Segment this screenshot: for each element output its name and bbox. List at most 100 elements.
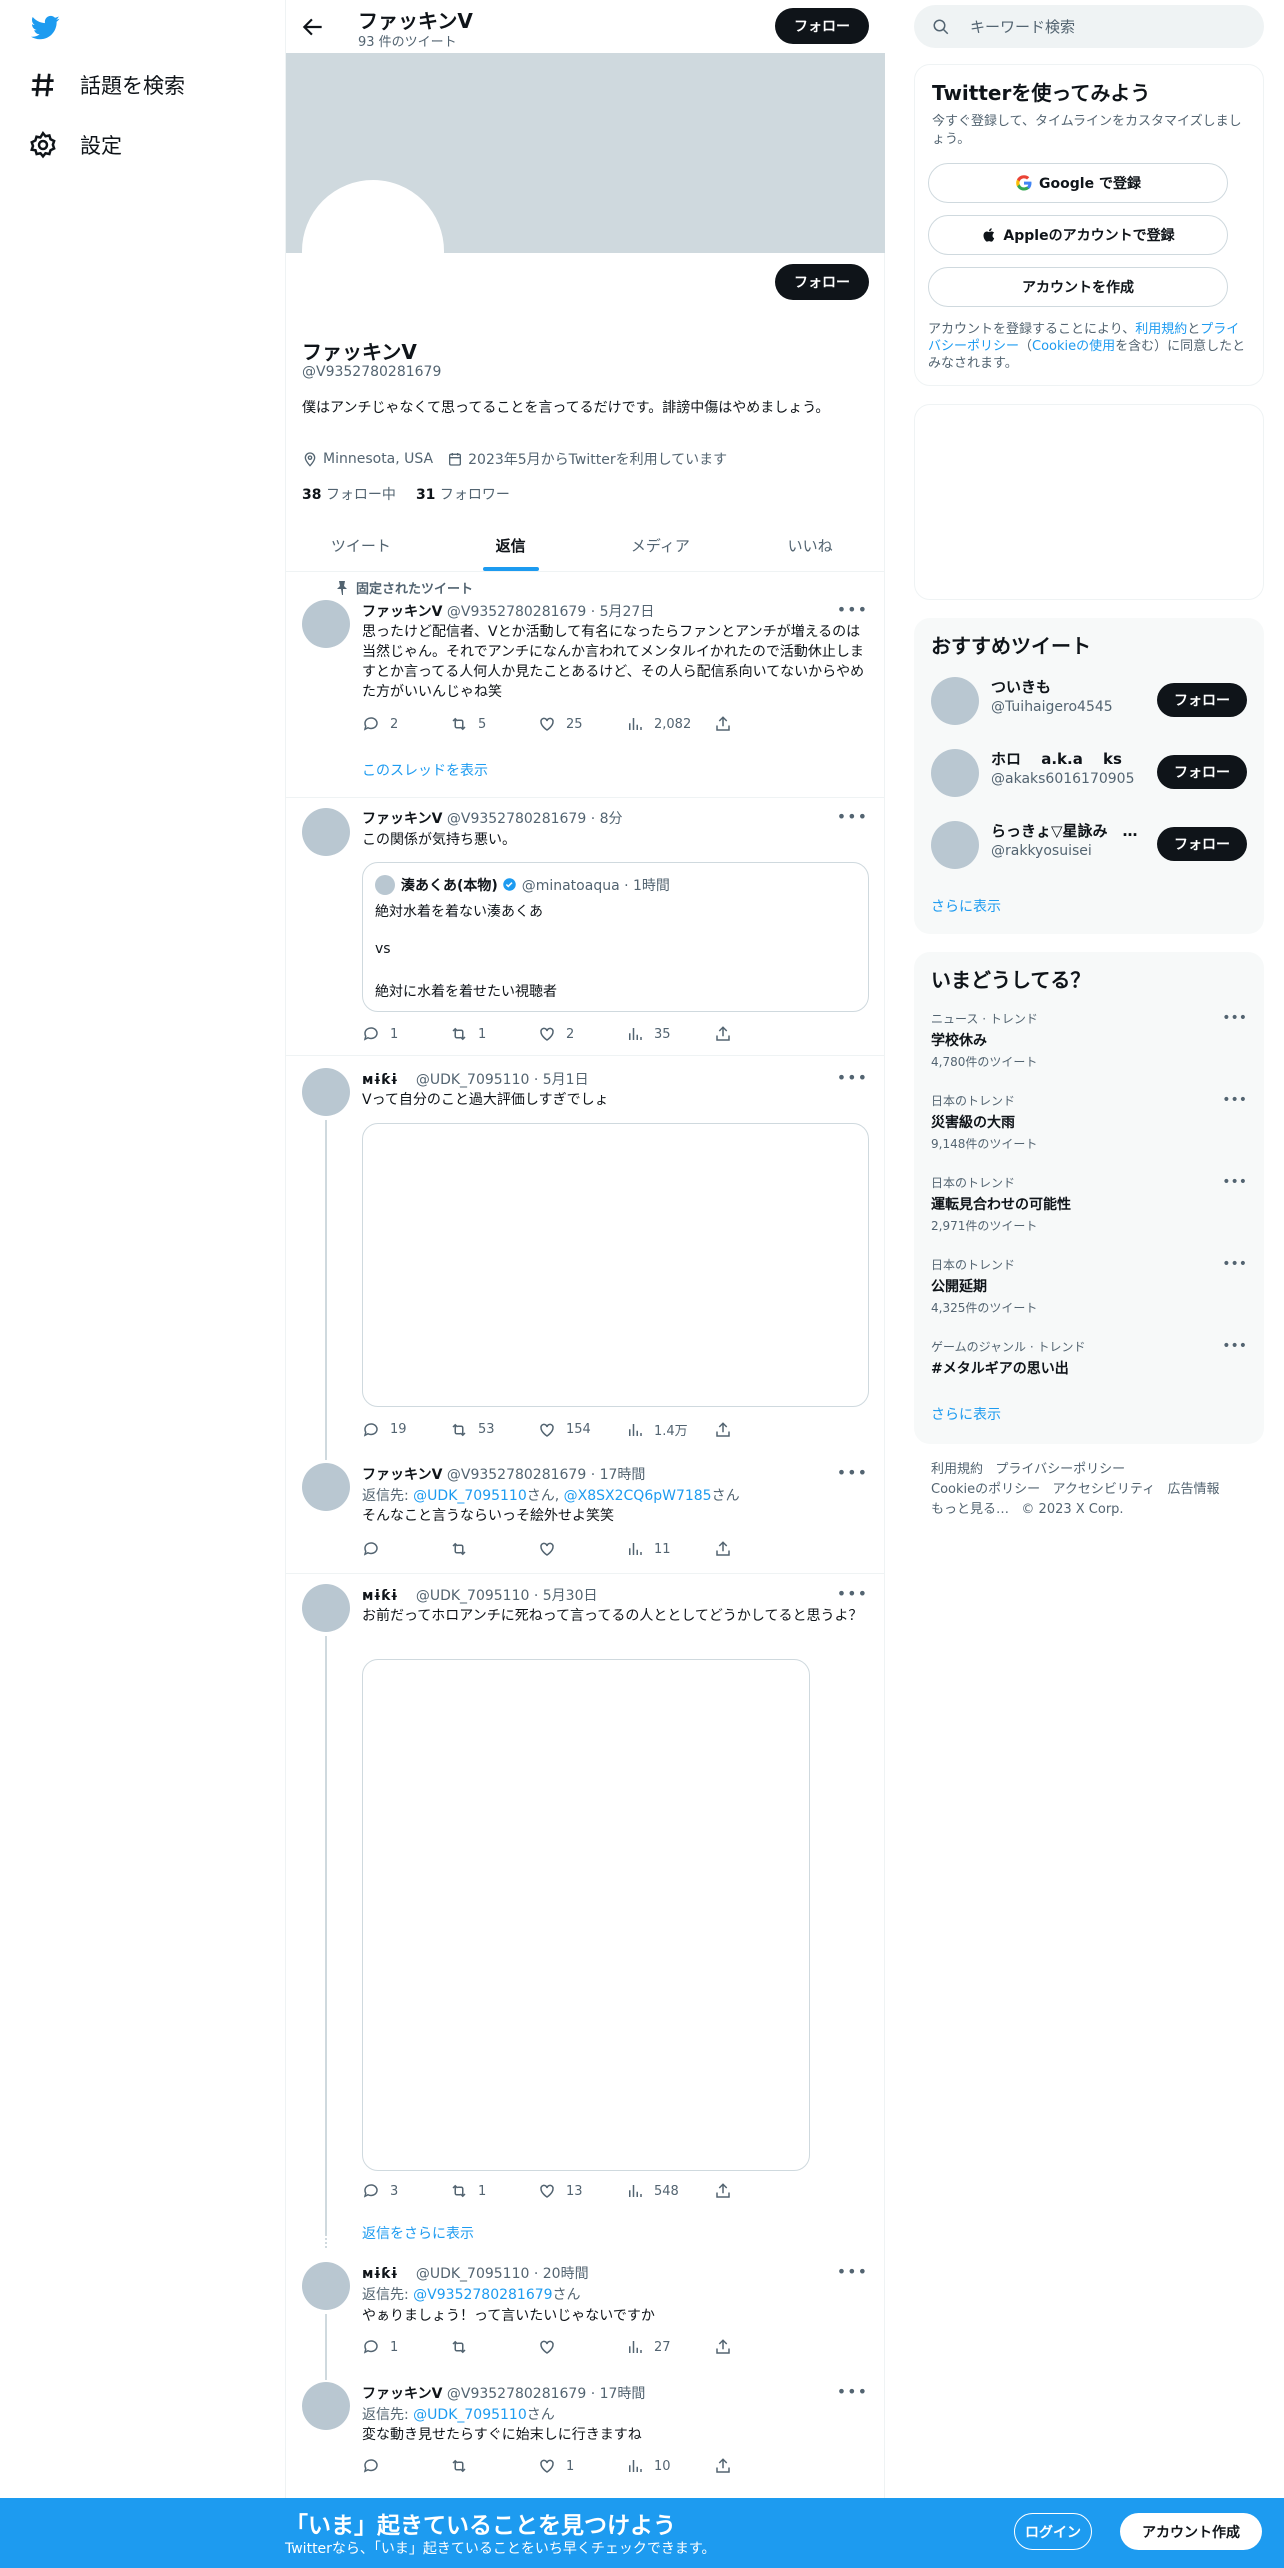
share-button[interactable] — [714, 1025, 802, 1043]
followers-link[interactable]: 31 フォロワー — [416, 484, 510, 504]
like-button[interactable]: 13 — [538, 2182, 626, 2200]
trend-item[interactable]: 日本のトレンド 運転見合わせの可能性 2,971件のツイート ••• — [931, 1174, 1247, 1234]
trend-item[interactable]: 日本のトレンド 災害級の大雨 9,148件のツイート ••• — [931, 1092, 1247, 1152]
avatar[interactable] — [302, 1584, 350, 1632]
back-arrow-icon[interactable] — [300, 14, 326, 40]
retweet-button[interactable] — [450, 2457, 538, 2475]
more-icon[interactable]: ••• — [1222, 1256, 1247, 1272]
more-icon[interactable]: ••• — [837, 2262, 868, 2281]
profile-avatar[interactable] — [302, 180, 444, 322]
more-icon[interactable]: ••• — [837, 1068, 868, 1087]
footer-link-accessibility[interactable]: アクセシビリティ — [1053, 1482, 1156, 1497]
reply-button[interactable]: 19 — [362, 1420, 450, 1439]
recommended-user[interactable]: ホロ a.k.a ks @akaks6016170905 フォロー — [931, 745, 1247, 801]
share-button[interactable] — [714, 2338, 802, 2356]
reply-button[interactable]: 3 — [362, 2182, 450, 2200]
views-button[interactable]: 548 — [626, 2182, 714, 2200]
tab-likes[interactable]: いいね — [735, 520, 885, 571]
views-button[interactable]: 10 — [626, 2457, 714, 2475]
retweet-button[interactable]: 5 — [450, 715, 538, 733]
more-icon[interactable]: ••• — [1222, 1010, 1247, 1026]
tweet-media[interactable] — [362, 1123, 869, 1407]
apple-signup-button[interactable]: Appleのアカウントで登録 — [928, 215, 1228, 255]
reply-button[interactable]: 2 — [362, 715, 450, 733]
tweet-author-name[interactable]: ᴍɨƙɨ — [362, 1588, 398, 1604]
profile-follow-button[interactable]: フォロー — [775, 264, 869, 300]
footer-link-privacy[interactable]: プライバシーポリシー — [995, 1462, 1125, 1477]
share-button[interactable] — [714, 1540, 802, 1558]
recommended-user[interactable]: ついきも @Tuihaigero4545 フォロー — [931, 673, 1247, 729]
share-button[interactable] — [714, 1420, 802, 1439]
footer-link-ads[interactable]: 広告情報 — [1168, 1482, 1220, 1497]
footer-link-more[interactable]: もっと見る… — [931, 1502, 1009, 1517]
retweet-button[interactable]: 53 — [450, 1420, 538, 1439]
share-button[interactable] — [714, 2182, 802, 2200]
like-button[interactable] — [538, 2338, 626, 2356]
tweet-author-name[interactable]: ᴍɨƙɨ — [362, 1072, 398, 1088]
more-icon[interactable]: ••• — [837, 1584, 868, 1603]
follow-button[interactable]: フォロー — [1157, 683, 1247, 717]
tweet-author-name[interactable]: ファッキンV — [362, 811, 442, 827]
more-icon[interactable]: ••• — [837, 2382, 868, 2401]
tweet-author-name[interactable]: ファッキンV — [362, 604, 442, 620]
search-input[interactable]: キーワード検索 — [914, 5, 1264, 48]
reply-to-link[interactable]: @UDK_7095110 — [413, 1488, 527, 1504]
show-more-replies-link[interactable]: 返信をさらに表示 — [362, 2223, 474, 2243]
trend-item[interactable]: ニュース · トレンド 学校休み 4,780件のツイート ••• — [931, 1010, 1247, 1070]
views-button[interactable]: 2,082 — [626, 715, 714, 733]
quote-tweet[interactable]: 湊あくあ(本物) @minatoaqua · 1時間 絶対水着を着ない湊あくあ … — [362, 862, 869, 1012]
reply-button[interactable] — [362, 1540, 450, 1558]
trend-item[interactable]: 日本のトレンド 公開延期 4,325件のツイート ••• — [931, 1256, 1247, 1316]
footer-link-terms[interactable]: 利用規約 — [931, 1462, 983, 1477]
tab-replies[interactable]: 返信 — [436, 520, 586, 571]
cookie-link[interactable]: Cookieの使用 — [1032, 339, 1115, 354]
trends-show-more[interactable]: さらに表示 — [931, 1404, 1001, 1424]
tab-tweets[interactable]: ツイート — [286, 520, 436, 571]
google-signup-button[interactable]: Google で登録 — [928, 163, 1228, 203]
more-icon[interactable]: ••• — [1222, 1174, 1247, 1190]
reply-to-link[interactable]: @UDK_7095110 — [413, 2407, 527, 2423]
tab-media[interactable]: メディア — [586, 520, 736, 571]
views-button[interactable]: 1.4万 — [626, 1420, 714, 1439]
like-button[interactable]: 25 — [538, 715, 626, 733]
share-button[interactable] — [714, 2457, 802, 2475]
retweet-button[interactable] — [450, 2338, 538, 2356]
avatar[interactable] — [302, 600, 350, 648]
nav-settings[interactable]: 設定 — [28, 130, 122, 160]
tweet-author-name[interactable]: ファッキンV — [362, 1467, 442, 1483]
share-button[interactable] — [714, 715, 802, 733]
more-icon[interactable]: ••• — [837, 600, 868, 619]
follow-button[interactable]: フォロー — [1157, 827, 1247, 861]
reply-to-link[interactable]: @V9352780281679 — [413, 2287, 552, 2303]
more-icon[interactable]: ••• — [1222, 1338, 1247, 1354]
twitter-bird-icon[interactable] — [28, 13, 62, 43]
like-button[interactable] — [538, 1540, 626, 1558]
show-thread-link[interactable]: このスレッドを表示 — [362, 760, 488, 780]
avatar[interactable] — [302, 2262, 350, 2310]
avatar[interactable] — [302, 1068, 350, 1116]
more-icon[interactable]: ••• — [1222, 1092, 1247, 1108]
follow-button[interactable]: フォロー — [1157, 755, 1247, 789]
views-button[interactable]: 35 — [626, 1025, 714, 1043]
recommended-show-more[interactable]: さらに表示 — [931, 896, 1001, 916]
tweet-author-name[interactable]: ᴍɨƙɨ — [362, 2266, 398, 2282]
like-button[interactable]: 1 — [538, 2457, 626, 2475]
like-button[interactable]: 2 — [538, 1025, 626, 1043]
login-button[interactable]: ログイン — [1014, 2513, 1092, 2550]
retweet-button[interactable]: 1 — [450, 1025, 538, 1043]
tweet-media[interactable] — [362, 1659, 810, 2171]
views-button[interactable]: 11 — [626, 1540, 714, 1558]
recommended-user[interactable]: らっきょ▽星詠み … @rakkyosuisei フォロー — [931, 817, 1247, 873]
reply-button[interactable]: 1 — [362, 1025, 450, 1043]
reply-button[interactable]: 1 — [362, 2338, 450, 2356]
reply-button[interactable] — [362, 2457, 450, 2475]
footer-link-cookie[interactable]: Cookieのポリシー — [931, 1482, 1040, 1497]
create-account-button[interactable]: アカウントを作成 — [928, 267, 1228, 307]
terms-link[interactable]: 利用規約 — [1135, 322, 1187, 337]
views-button[interactable]: 27 — [626, 2338, 714, 2356]
header-follow-button[interactable]: フォロー — [775, 8, 869, 44]
tweet-author-name[interactable]: ファッキンV — [362, 2386, 442, 2402]
following-link[interactable]: 38 フォロー中 — [302, 484, 396, 504]
more-icon[interactable]: ••• — [837, 1463, 868, 1482]
more-icon[interactable]: ••• — [837, 807, 868, 826]
